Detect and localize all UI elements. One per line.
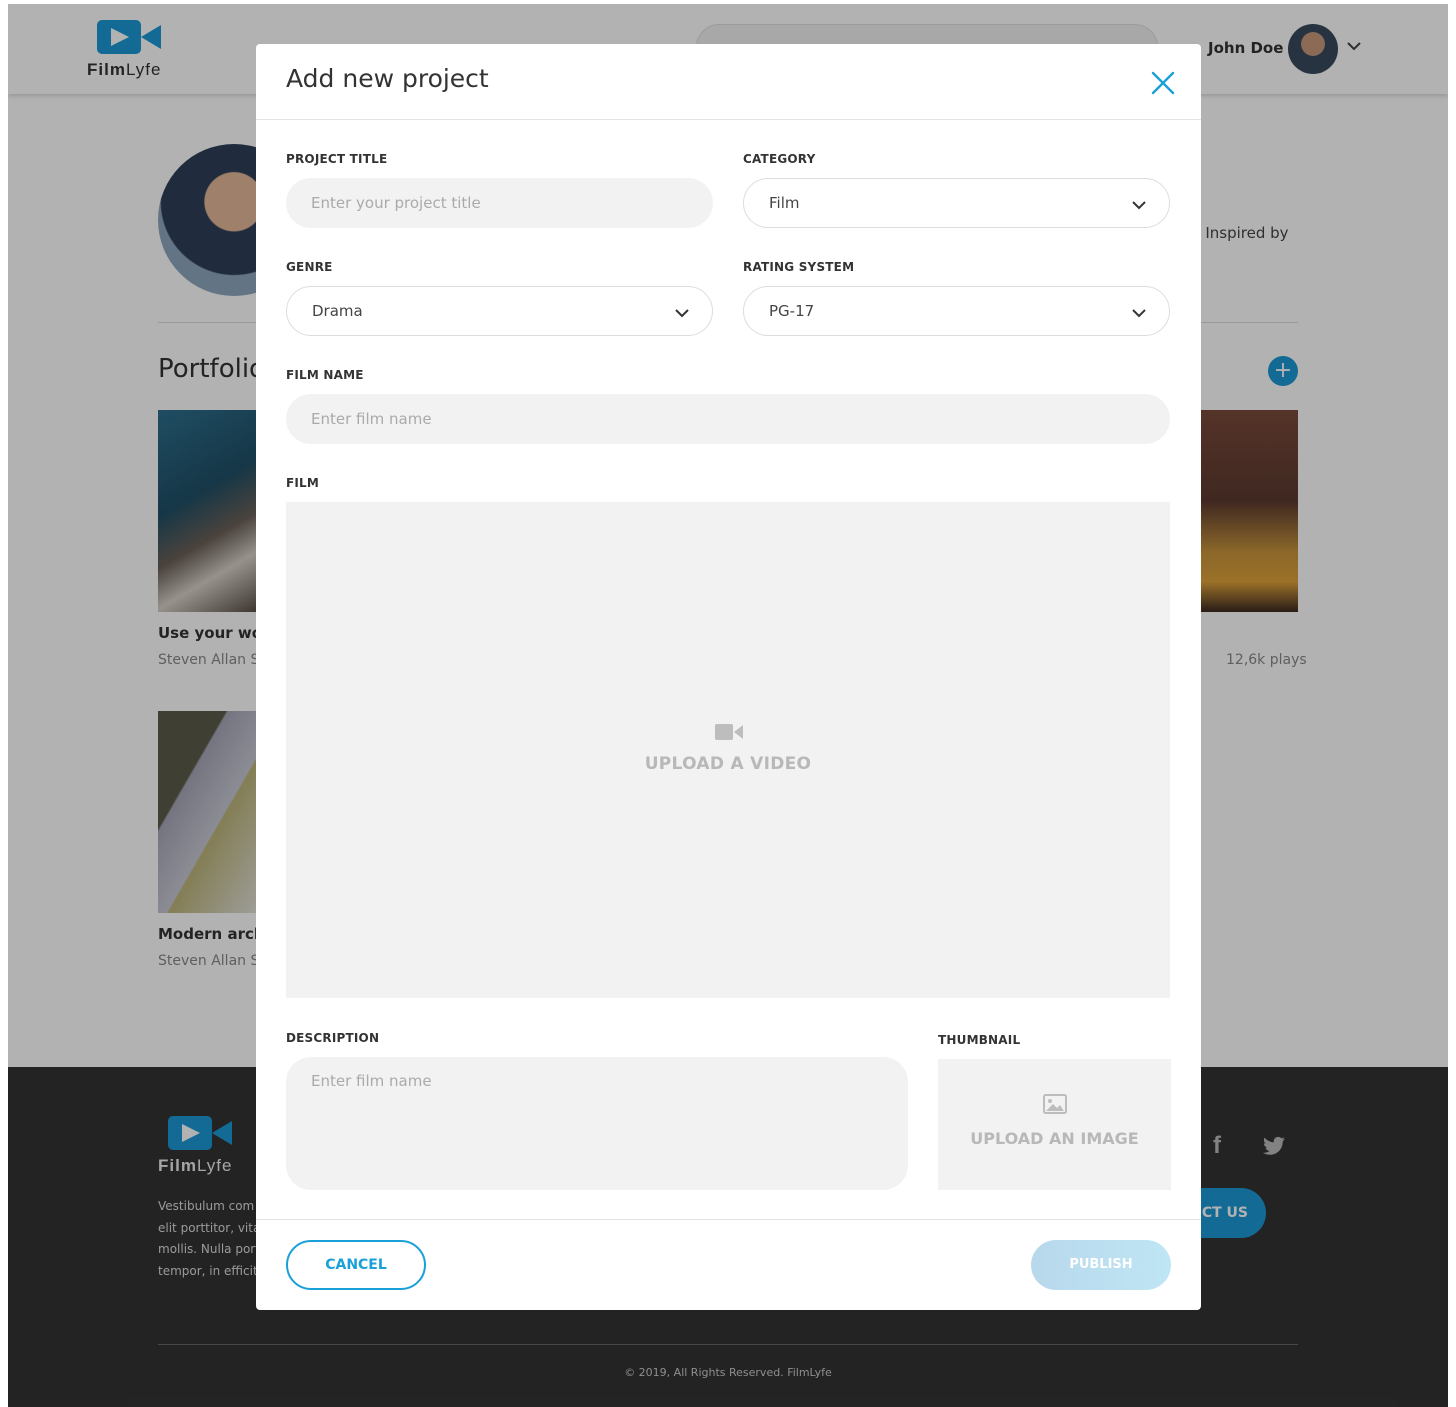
category-value: Film — [769, 194, 800, 212]
modal-title: Add new project — [286, 64, 489, 93]
modal-header: Add new project — [256, 44, 1201, 120]
rating-system-label: RATING SYSTEM — [743, 260, 855, 274]
publish-button[interactable]: PUBLISH — [1031, 1240, 1171, 1290]
thumbnail-label: THUMBNAIL — [938, 1033, 1021, 1047]
genre-value: Drama — [312, 302, 363, 320]
category-select[interactable]: Film — [743, 178, 1170, 228]
chevron-down-icon — [675, 309, 689, 318]
film-name-label: FILM NAME — [286, 368, 364, 382]
video-camera-icon — [715, 724, 743, 740]
film-name-input[interactable] — [286, 394, 1170, 444]
category-label: CATEGORY — [743, 152, 816, 166]
rating-system-select[interactable]: PG-17 — [743, 286, 1170, 336]
close-icon[interactable] — [1150, 70, 1176, 96]
modal-footer: CANCEL PUBLISH — [256, 1219, 1201, 1310]
upload-video-text: UPLOAD A VIDEO — [644, 754, 812, 774]
video-upload-area[interactable]: UPLOAD A VIDEO — [286, 502, 1170, 998]
rating-system-value: PG-17 — [769, 302, 815, 320]
image-icon — [1043, 1094, 1067, 1114]
upload-image-text: UPLOAD AN IMAGE — [970, 1129, 1139, 1148]
add-project-modal: Add new project PROJECT TITLE CATEGORY F… — [256, 44, 1201, 1310]
genre-select[interactable]: Drama — [286, 286, 713, 336]
cancel-button[interactable]: CANCEL — [286, 1240, 426, 1290]
chevron-down-icon — [1132, 201, 1146, 210]
description-label: DESCRIPTION — [286, 1031, 380, 1045]
chevron-down-icon — [1132, 309, 1146, 318]
film-label: FILM — [286, 476, 320, 490]
description-textarea[interactable] — [286, 1057, 908, 1190]
project-title-label: PROJECT TITLE — [286, 152, 388, 166]
project-title-input[interactable] — [286, 178, 713, 228]
genre-label: GENRE — [286, 260, 333, 274]
image-upload-area[interactable]: UPLOAD AN IMAGE — [938, 1059, 1171, 1190]
